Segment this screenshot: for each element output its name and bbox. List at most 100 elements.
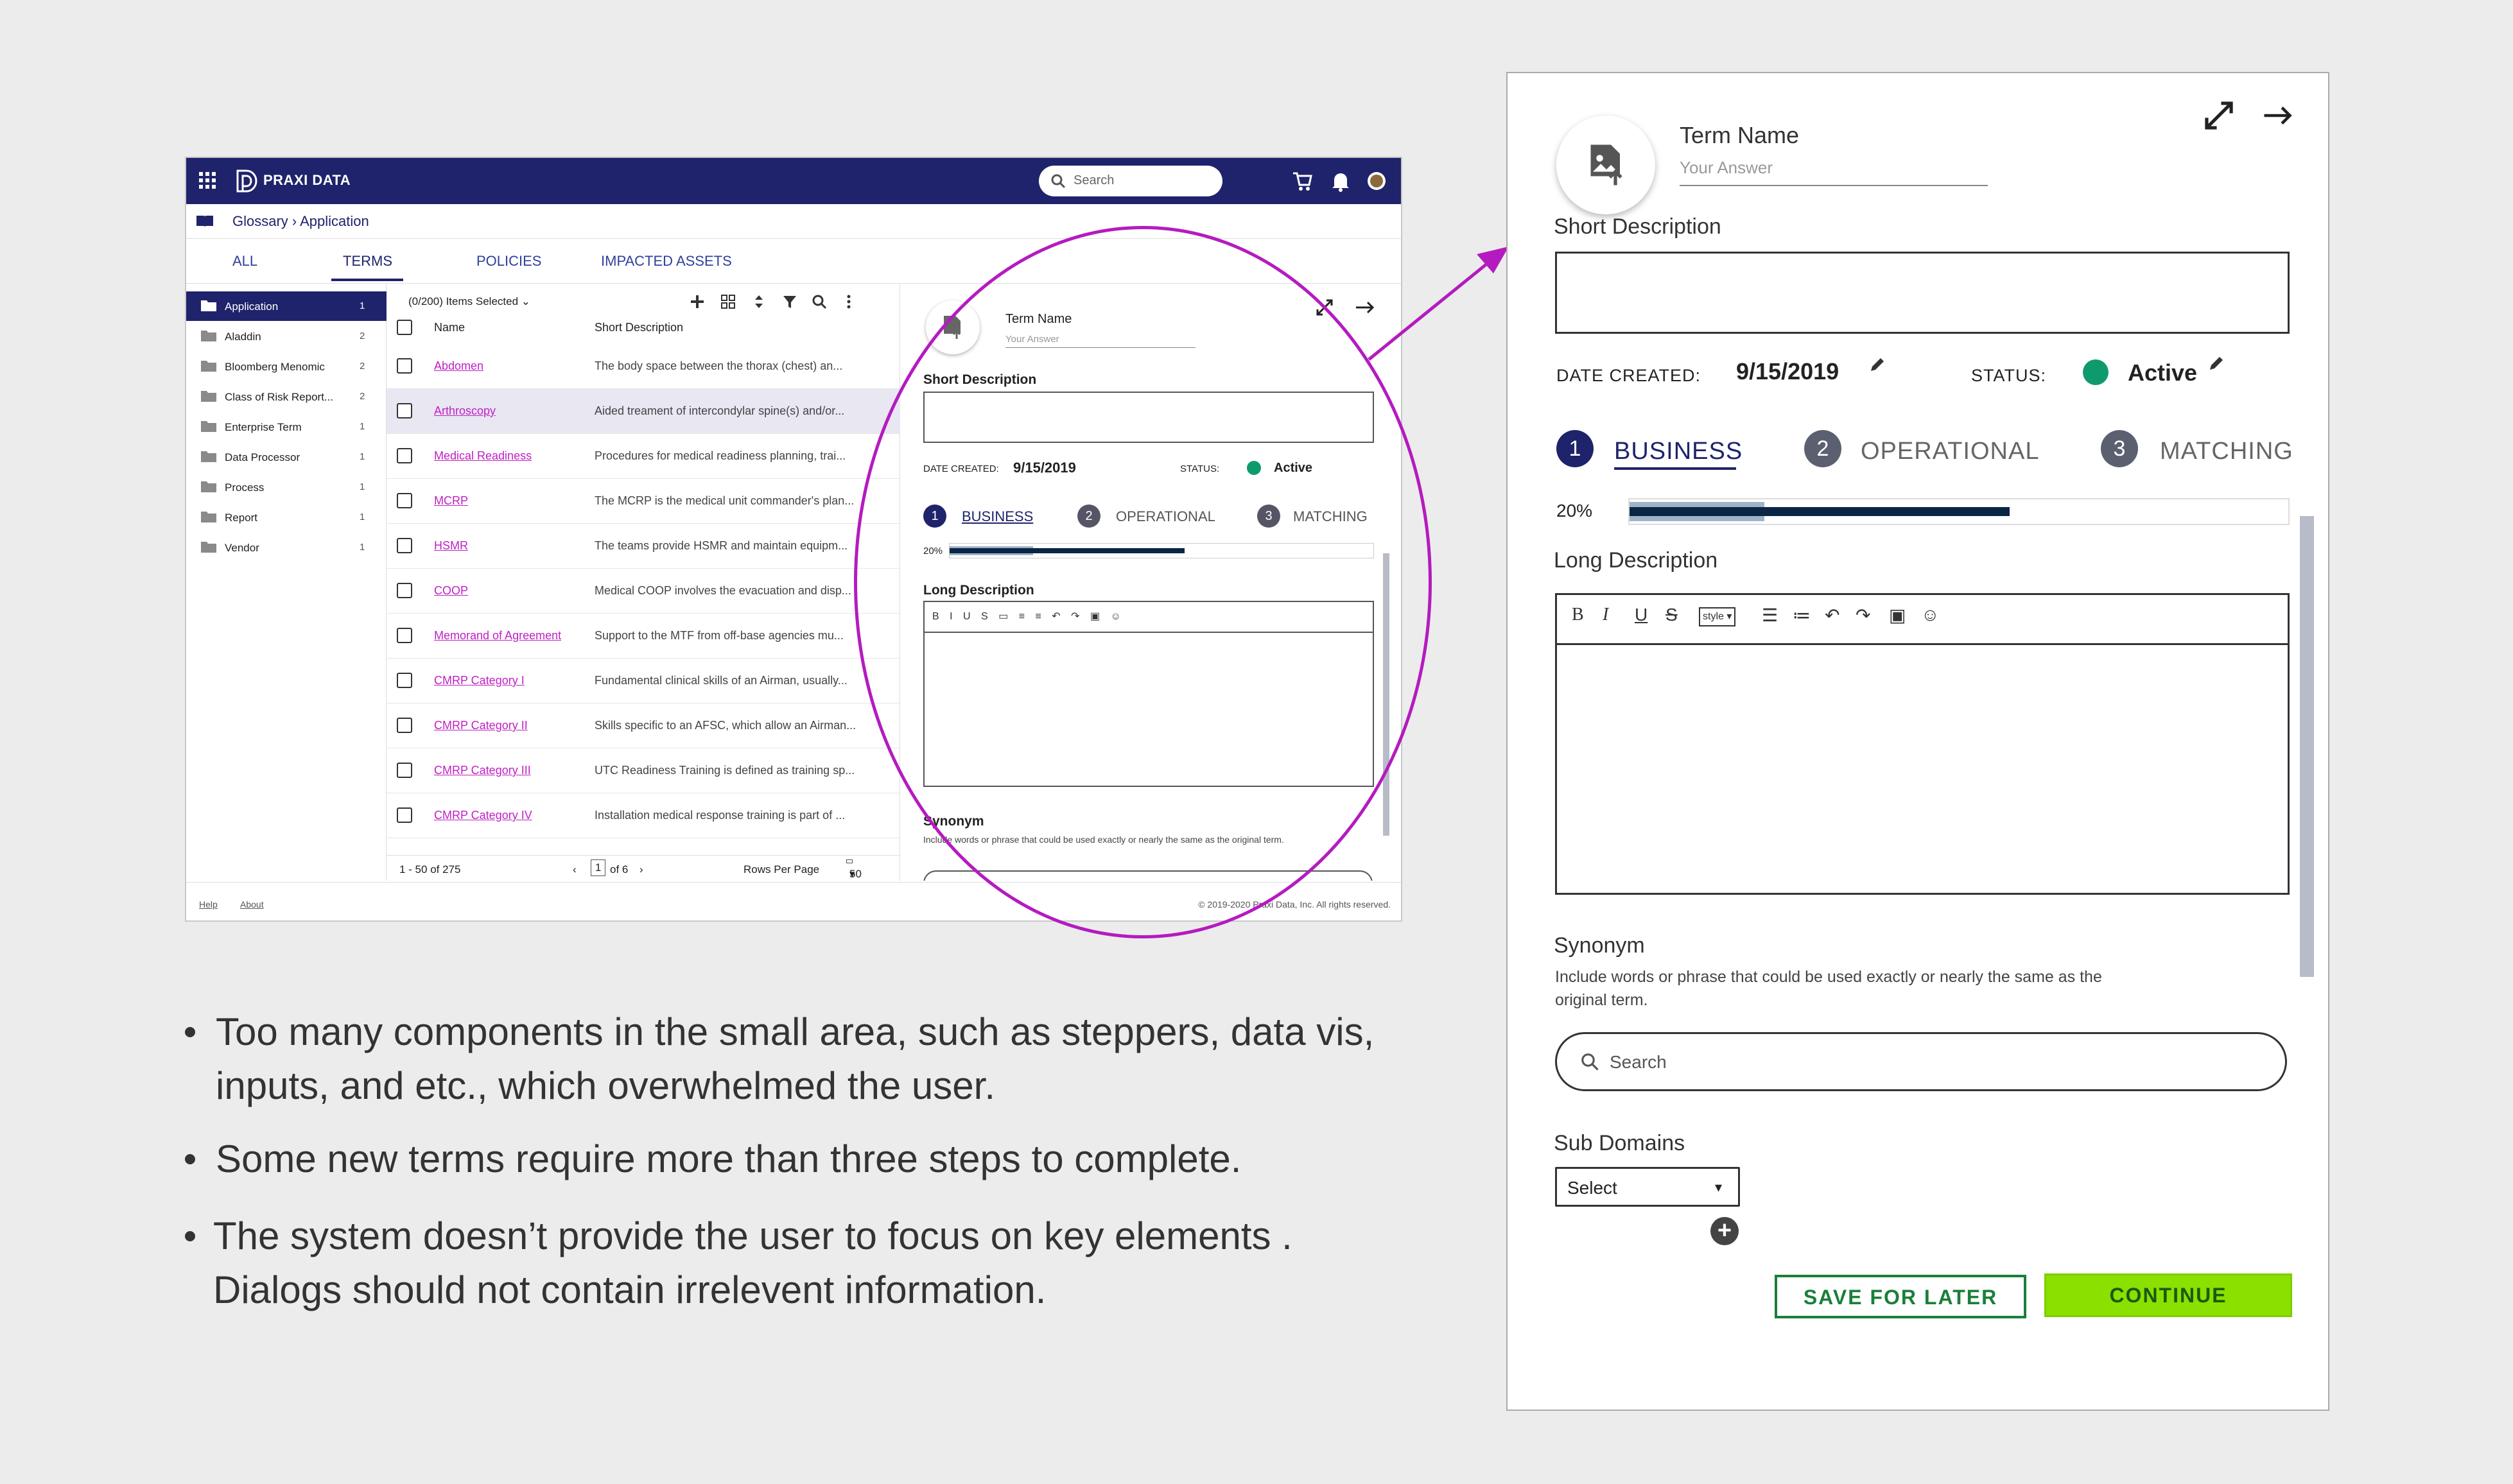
sidebar-item[interactable]: Vendor 1 [186,533,387,562]
row-checkbox[interactable] [397,493,412,508]
term-name-link[interactable]: Arthroscopy [434,404,496,418]
grid-view-icon[interactable] [719,293,737,311]
term-name-link[interactable]: HSMR [434,539,468,553]
bullet-point: The system doesn’t provide the user to f… [185,1209,1379,1317]
more-vertical-icon[interactable] [840,293,858,311]
arrow-right-icon[interactable] [2260,103,2296,128]
sidebar-item[interactable]: Data Processor 1 [186,442,387,472]
term-name-link[interactable]: Medical Readiness [434,449,532,463]
table-row[interactable]: COOP Medical COOP involves the evacuation… [387,569,900,614]
add-icon[interactable] [688,293,706,311]
row-checkbox[interactable] [397,718,412,733]
items-selected-label[interactable]: (0/200) Items Selected ⌄ [408,295,530,308]
synonym-search-input[interactable]: Search [1555,1032,2287,1091]
undo-icon[interactable]: ↶ [1825,605,1839,626]
filter-icon[interactable] [781,293,799,311]
table-row[interactable]: CMRP Category II Skills specific to an AF… [387,703,900,748]
insert-image-icon[interactable]: ▣ [1889,605,1906,626]
sidebar-item[interactable]: Process 1 [186,472,387,502]
panel-scrollbar[interactable] [2300,516,2314,977]
expand-icon[interactable] [2202,99,2236,132]
row-checkbox[interactable] [397,763,412,778]
table-row[interactable]: CMRP Category III UTC Readiness Training … [387,748,900,793]
term-name-link[interactable]: CMRP Category I [434,674,525,687]
table-row[interactable]: Medical Readiness Procedures for medical … [387,434,900,479]
term-name-link[interactable]: MCRP [434,494,468,508]
step-matching[interactable]: 3 MATCHING [2101,430,2293,469]
emoji-icon[interactable]: ☺ [1921,605,1940,625]
arrow-right-icon[interactable] [1355,299,1375,316]
cart-icon[interactable] [1292,169,1312,193]
avatar[interactable] [1366,169,1387,193]
row-checkbox[interactable] [397,628,412,643]
italic-icon[interactable]: I [1603,605,1608,625]
short-desc-input[interactable] [1555,252,2290,334]
help-link[interactable]: Help [199,899,218,910]
sidebar-item[interactable]: Class of Risk Report... 2 [186,382,387,411]
active-step-underline [1614,467,1736,470]
next-page-icon[interactable]: › [639,863,643,876]
term-name-link[interactable]: CMRP Category IV [434,809,532,822]
numbered-list-icon[interactable]: ≔ [1793,605,1811,626]
tab-policies[interactable]: POLICIES [476,253,541,270]
term-name-input[interactable]: Your Answer [1680,158,1988,186]
apps-grid-icon[interactable] [199,172,216,189]
save-for-later-button[interactable]: SAVE FOR LATER [1775,1275,2026,1318]
column-desc-header[interactable]: Short Description [595,321,683,334]
table-row[interactable]: Arthroscopy Aided treament of intercondyl… [387,389,900,434]
edit-pencil-icon[interactable] [2207,354,2225,372]
term-name-link[interactable]: Memorand of Agreement [434,629,561,643]
table-row[interactable]: Memorand of Agreement Support to the MTF … [387,614,900,659]
redo-icon[interactable]: ↷ [1856,605,1870,626]
term-name-link[interactable]: CMRP Category III [434,764,531,777]
step-business[interactable]: 1 BUSINESS [1556,430,1743,470]
column-name-header[interactable]: Name [434,321,465,334]
table-row[interactable]: CMRP Category I Fundamental clinical skil… [387,659,900,703]
tab-all[interactable]: ALL [232,253,257,270]
row-checkbox[interactable] [397,448,412,463]
folder-icon [201,542,216,553]
term-image-upload-button[interactable] [1556,116,1655,214]
bell-icon[interactable] [1330,169,1351,193]
tab-impacted-assets[interactable]: IMPACTED ASSETS [601,253,732,270]
bold-icon[interactable]: B [1572,605,1584,625]
rows-per-page-select[interactable]: 50 ▾ [846,859,862,880]
table-row[interactable]: MCRP The MCRP is the medical unit command… [387,479,900,524]
sub-domains-select[interactable]: Select ▾ [1555,1167,1740,1207]
row-checkbox[interactable] [397,807,412,823]
bulleted-list-icon[interactable]: ☰ [1762,605,1778,626]
table-row[interactable]: HSMR The teams provide HSMR and maintain … [387,524,900,569]
term-name-link[interactable]: Abdomen [434,359,483,373]
sidebar-item[interactable]: Report 1 [186,503,387,532]
search-icon[interactable] [810,293,828,311]
row-checkbox[interactable] [397,673,412,688]
select-all-checkbox[interactable] [397,320,412,335]
row-checkbox[interactable] [397,538,412,553]
breadcrumb[interactable]: Glossary › Application [232,213,369,230]
sort-icon[interactable] [750,293,768,311]
row-checkbox[interactable] [397,583,412,598]
page-input[interactable]: 1 [591,859,606,876]
sidebar-item[interactable]: Bloomberg Menomic 2 [186,352,387,381]
strikethrough-icon[interactable]: S [1665,605,1678,625]
term-name-link[interactable]: COOP [434,584,468,598]
tab-terms[interactable]: TERMS [343,253,392,270]
search-input[interactable]: Search [1039,166,1222,196]
prev-page-icon[interactable]: ‹ [573,863,577,876]
step-operational[interactable]: 2 OPERATIONAL [1804,430,2039,469]
add-sub-domain-button[interactable]: + [1710,1217,1739,1245]
sidebar-item[interactable]: Enterprise Term 1 [186,412,387,442]
underline-icon[interactable]: U [1635,605,1648,625]
term-name-link[interactable]: CMRP Category II [434,719,528,732]
edit-pencil-icon[interactable] [1868,356,1886,374]
table-row[interactable]: CMRP Category IV Installation medical res… [387,793,900,838]
about-link[interactable]: About [240,899,264,910]
row-checkbox[interactable] [397,358,412,374]
sidebar-item[interactable]: Aladdin 2 [186,322,387,351]
continue-button[interactable]: CONTINUE [2044,1273,2292,1317]
sidebar-item[interactable]: Application 1 [186,291,387,321]
style-dropdown-icon[interactable]: style ▾ [1699,607,1736,626]
row-checkbox[interactable] [397,403,412,418]
long-desc-editor[interactable] [1555,593,2290,895]
table-row[interactable]: Abdomen The body space between the thorax… [387,344,900,389]
